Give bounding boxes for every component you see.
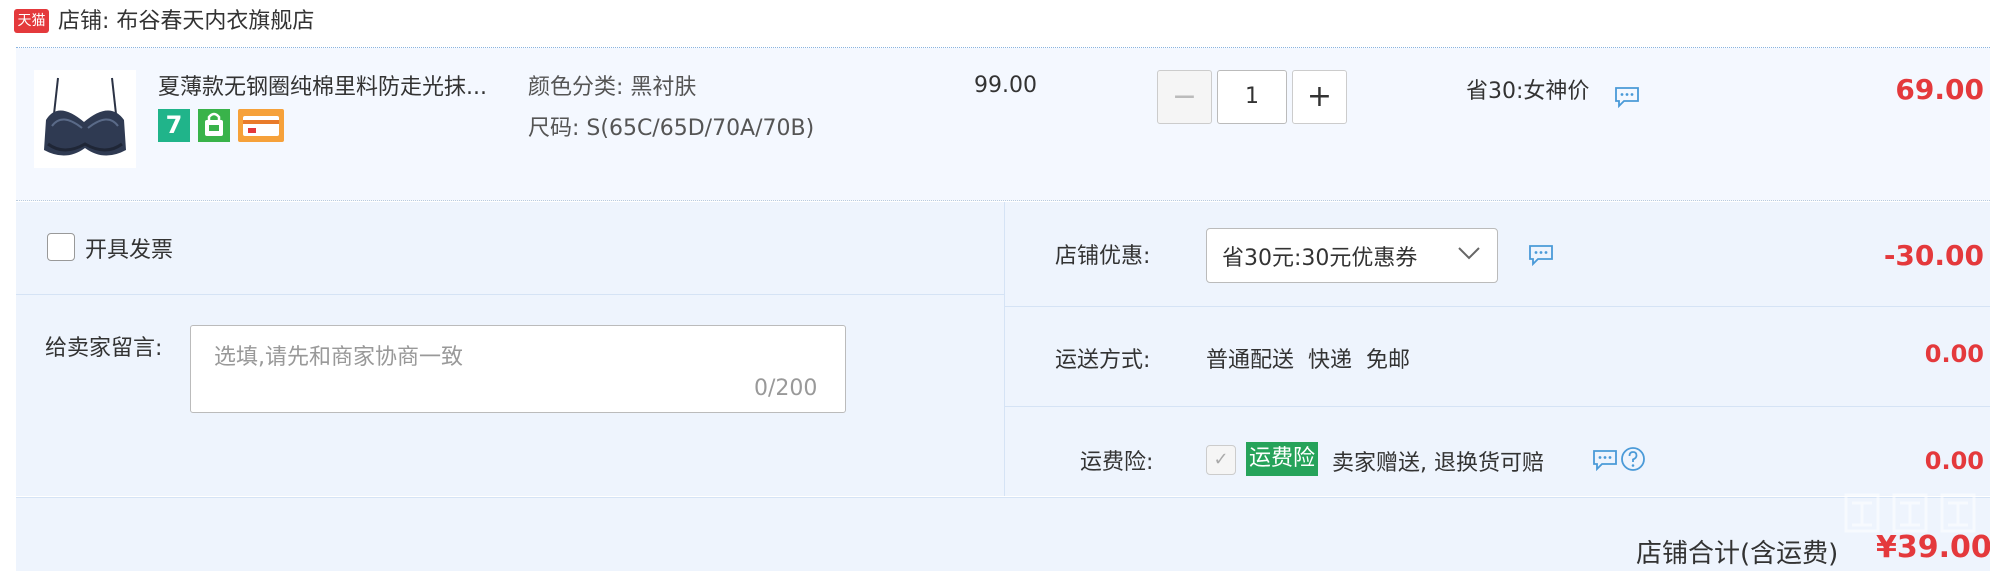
divider [1004, 202, 1005, 496]
invoice-checkbox[interactable] [47, 233, 75, 261]
invoice-label[interactable]: 开具发票 [85, 232, 173, 264]
chevron-down-icon[interactable] [1456, 244, 1482, 266]
item-subtotal: 69.00 [1895, 73, 1984, 106]
shop-title[interactable]: 店铺: 布谷春天内衣旗舰店 [58, 6, 314, 38]
help-icon[interactable] [1620, 446, 1646, 476]
insurance-description: 卖家赠送, 退换货可赔 [1332, 451, 1544, 476]
insurance-tag: 运费险 [1246, 442, 1319, 476]
quantity-input[interactable]: 1 [1217, 70, 1287, 124]
size-spec: 尺码: S(65C/65D/70A/70B) [528, 116, 815, 141]
shipping-label: 运送方式: [1055, 348, 1151, 373]
quantity-increase-button[interactable]: + [1292, 70, 1347, 124]
coupon-label: 店铺优惠: [1055, 244, 1151, 269]
product-title[interactable]: 夏薄款无钢圈纯棉里料防走光抹... [158, 73, 487, 103]
quantity-decrease-button[interactable]: − [1157, 70, 1212, 124]
chat-icon[interactable] [1614, 86, 1640, 109]
credit-card-icon [238, 109, 284, 142]
shop-total-label: 店铺合计(含运费) [1636, 539, 1839, 569]
shipping-method: 普通配送 快递 免邮 [1206, 348, 1410, 373]
divider [1005, 306, 1990, 307]
bra-image-icon [34, 70, 136, 168]
insurance-amount: 0.00 [1924, 447, 1984, 475]
seven-day-return-icon: 7 [158, 109, 190, 142]
product-thumbnail[interactable] [34, 70, 136, 168]
tmall-logo: 天猫 [14, 9, 49, 33]
coupon-amount: -30.00 [1883, 239, 1984, 272]
promo-label: 省30:女神价 [1466, 79, 1590, 104]
insurance-label: 运费险: [1080, 450, 1154, 475]
chat-icon[interactable] [1528, 244, 1554, 267]
divider [1005, 406, 1990, 407]
shopping-bag-icon [198, 109, 230, 142]
message-label: 给卖家留言: [45, 336, 163, 361]
chat-icon[interactable] [1592, 449, 1618, 472]
coupon-value[interactable]: 省30元:30元优惠券 [1222, 240, 1417, 272]
message-placeholder: 选填,请先和商家协商一致 [214, 345, 463, 370]
cart-item-row [16, 48, 1990, 201]
divider [16, 294, 1004, 295]
color-spec: 颜色分类: 黑衬肤 [528, 75, 697, 100]
insurance-checkbox[interactable]: ✓ [1206, 445, 1236, 475]
message-char-count: 0/200 [754, 376, 818, 401]
unit-price: 99.00 [974, 73, 1037, 98]
shipping-amount: 0.00 [1924, 340, 1984, 368]
watermark-icon [1838, 487, 1988, 537]
